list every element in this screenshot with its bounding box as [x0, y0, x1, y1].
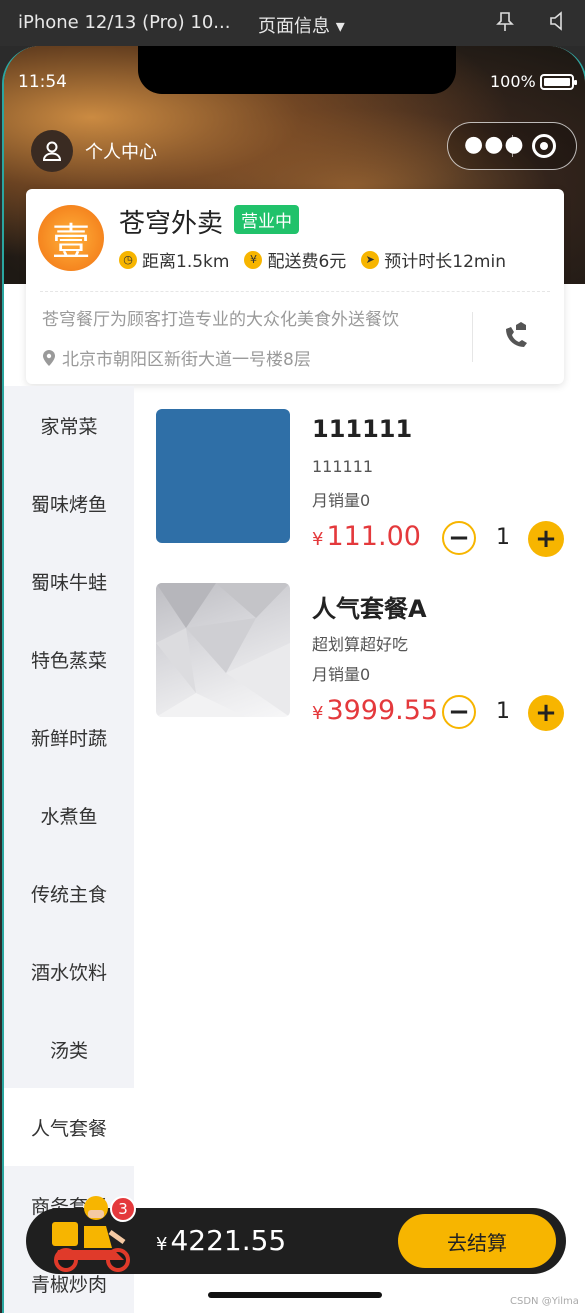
user-icon: [31, 130, 73, 172]
category-item[interactable]: 传统主食: [4, 854, 134, 932]
fee-info: ¥ 配送费6元: [244, 247, 346, 272]
distance-info: ◷ 距离1.5km: [119, 247, 229, 272]
total-value: 4221.55: [170, 1224, 287, 1257]
cart-count-badge: 3: [110, 1196, 136, 1222]
shop-address: 北京市朝阳区新街大道一号楼8层: [42, 345, 311, 370]
yen-icon: ¥: [244, 250, 263, 269]
battery-icon: [540, 74, 577, 90]
category-sidebar: 家常菜 蜀味烤鱼 蜀味牛蛙 特色蒸菜 新鲜时蔬 水煮鱼 传统主食 酒水饮料 汤类…: [4, 386, 134, 1313]
category-item[interactable]: 酒水饮料: [4, 932, 134, 1010]
increase-button[interactable]: +: [528, 521, 564, 557]
dish-title: 人气套餐A: [312, 595, 427, 623]
divider: [40, 291, 550, 292]
dish-image[interactable]: [156, 409, 290, 543]
category-item[interactable]: 汤类: [4, 1010, 134, 1088]
dish-price: ¥3999.55: [312, 695, 438, 726]
status-time: 11:54: [18, 72, 67, 92]
shop-logo: 壹: [38, 205, 104, 271]
dish-subtitle: 超划算超好吃: [312, 635, 409, 654]
miniprogram-capsule: ●●●: [447, 122, 577, 170]
dish-price: ¥111.00: [312, 521, 421, 552]
dish-sales: 月销量0: [312, 491, 371, 510]
device-selector[interactable]: iPhone 12/13 (Pro) 10...: [18, 12, 230, 33]
currency-symbol: ¥: [156, 1234, 168, 1255]
dish-subtitle: 111111: [312, 457, 374, 476]
cart-total: ¥4221.55: [156, 1224, 286, 1257]
shop-description: 苍穹餐厅为顾客打造专业的大众化美食外送餐饮: [42, 310, 399, 330]
dish-title: 111111: [312, 415, 413, 443]
pin-icon[interactable]: [496, 12, 514, 37]
user-center-label: 个人中心: [85, 142, 157, 163]
checkout-button[interactable]: 去结算: [398, 1214, 556, 1268]
eta-info: ➤ 预计时长12min: [361, 247, 506, 272]
close-miniprogram-icon[interactable]: [532, 134, 556, 158]
increase-button[interactable]: +: [528, 695, 564, 731]
address-text: 北京市朝阳区新街大道一号楼8层: [62, 350, 311, 370]
vertical-divider: [472, 312, 473, 362]
status-badge: 营业中: [234, 205, 299, 234]
price-value: 3999.55: [326, 695, 439, 726]
shop-card: 壹 苍穹外卖 营业中 ◷ 距离1.5km ¥ 配送费6元 ➤ 预计时长12min…: [26, 189, 564, 384]
phone-screen: 11:54 100% 个人中心 ●●● 壹 苍穹外卖 营业中 ◷ 距离1.5km…: [2, 46, 585, 1313]
dish-image[interactable]: [156, 583, 290, 717]
eta-text: 预计时长12min: [384, 252, 506, 272]
category-item-active[interactable]: 人气套餐: [4, 1088, 134, 1166]
price-value: 111.00: [326, 521, 421, 552]
quantity-value: 1: [496, 525, 510, 550]
user-center-link[interactable]: 个人中心: [31, 130, 157, 172]
simulator-toolbar: iPhone 12/13 (Pro) 10... 页面信息 ▾: [0, 0, 585, 46]
category-item[interactable]: 新鲜时蔬: [4, 698, 134, 776]
distance-text: 距离1.5km: [142, 252, 230, 272]
battery-percent: 100%: [490, 72, 536, 91]
category-item[interactable]: 特色蒸菜: [4, 620, 134, 698]
fee-text: 配送费6元: [267, 252, 347, 272]
dish-item: 人气套餐A 超划算超好吃 月销量0 ¥3999.55 − 1 +: [156, 583, 566, 731]
home-indicator: [208, 1292, 382, 1298]
dish-item: 111111 111111 月销量0 ¥111.00 − 1 +: [156, 409, 566, 557]
currency-symbol: ¥: [312, 529, 324, 550]
quantity-value: 1: [496, 699, 510, 724]
speaker-icon[interactable]: [548, 11, 568, 36]
navigation-icon: ➤: [361, 250, 380, 269]
currency-symbol: ¥: [312, 703, 324, 724]
decrease-button[interactable]: −: [442, 695, 476, 729]
category-item[interactable]: 蜀味牛蛙: [4, 542, 134, 620]
notch: [138, 46, 456, 94]
category-item[interactable]: 水煮鱼: [4, 776, 134, 854]
capsule-divider: [512, 135, 513, 157]
category-item[interactable]: 蜀味烤鱼: [4, 464, 134, 542]
more-icon[interactable]: ●●●: [464, 132, 525, 157]
decrease-button[interactable]: −: [442, 521, 476, 555]
page-info-dropdown[interactable]: 页面信息 ▾: [258, 12, 345, 38]
shop-meta: ◷ 距离1.5km ¥ 配送费6元 ➤ 预计时长12min: [119, 247, 521, 272]
clock-icon: ◷: [119, 250, 137, 269]
dish-sales: 月销量0: [312, 665, 371, 684]
category-item[interactable]: 家常菜: [4, 386, 134, 464]
phone-call-icon[interactable]: [500, 319, 534, 353]
watermark: CSDN @Yilma: [510, 1296, 579, 1307]
shop-name: 苍穹外卖: [119, 209, 224, 239]
location-pin-icon: [43, 349, 55, 366]
cart-bar: 3 ¥4221.55 去结算: [26, 1196, 566, 1274]
